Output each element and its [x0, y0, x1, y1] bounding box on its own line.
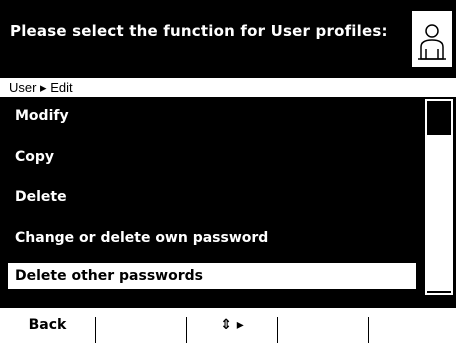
- breadcrumb: User ▸ Edit: [0, 78, 456, 98]
- menu-item-delete[interactable]: Delete: [8, 184, 416, 210]
- back-softkey[interactable]: Back: [0, 308, 95, 343]
- user-profile-icon: [412, 11, 452, 67]
- softkey-2[interactable]: [96, 308, 186, 343]
- breadcrumb-text: User ▸ Edit: [9, 80, 73, 95]
- softkey-5[interactable]: [369, 308, 456, 343]
- scrollbar[interactable]: [425, 99, 453, 295]
- function-list: Modify Copy Delete Change or delete own …: [0, 98, 456, 308]
- menu-item-copy[interactable]: Copy: [8, 144, 416, 170]
- menu-item-delete-other-passwords[interactable]: Delete other passwords: [8, 263, 416, 289]
- page-title: Please select the function for User prof…: [10, 22, 388, 40]
- header-bar: Please select the function for User prof…: [0, 0, 456, 78]
- scrollbar-thumb[interactable]: [427, 135, 451, 291]
- menu-item-change-own-password[interactable]: Change or delete own password: [8, 225, 416, 251]
- softkey-4[interactable]: [278, 308, 368, 343]
- menu-item-modify[interactable]: Modify: [8, 103, 416, 129]
- navigate-softkey[interactable]: ⇕ ▸: [187, 308, 277, 343]
- softkey-bar: Back ⇕ ▸: [0, 308, 456, 343]
